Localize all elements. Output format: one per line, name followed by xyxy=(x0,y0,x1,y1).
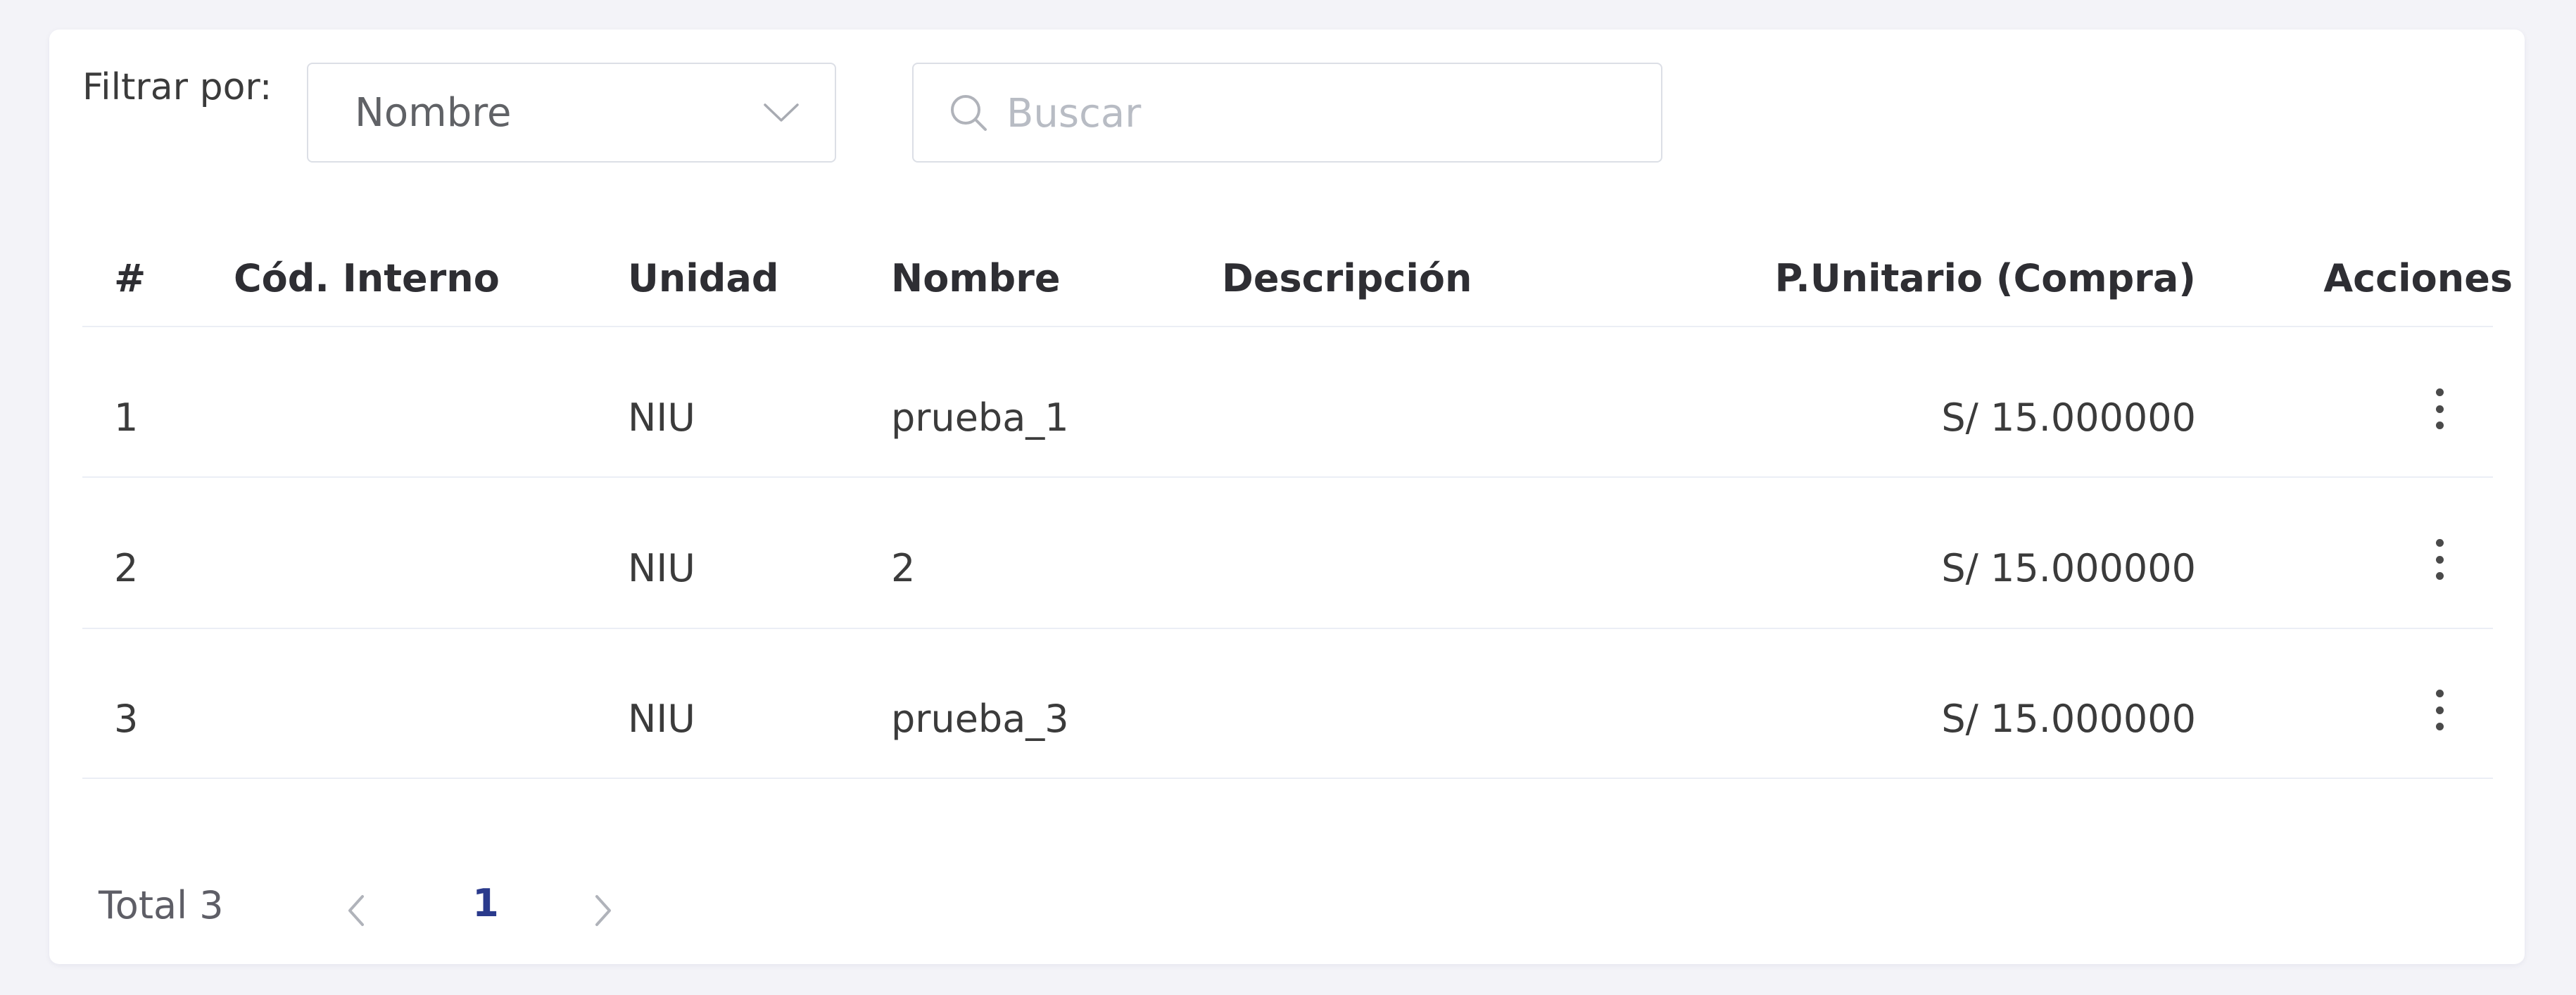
pagination-page[interactable]: 1 xyxy=(472,881,500,925)
chevron-down-icon xyxy=(764,103,799,122)
filter-select[interactable]: Nombre xyxy=(307,63,836,163)
row-index: 2 xyxy=(114,546,139,590)
row-unidad: NIU xyxy=(628,395,695,440)
more-vertical-icon[interactable] xyxy=(2425,685,2454,735)
col-header-nombre: Nombre xyxy=(891,256,1061,300)
row-precio: S/ 15.000000 xyxy=(1941,546,2196,590)
search-input[interactable] xyxy=(1006,78,1626,148)
col-header-precio: P.Unitario (Compra) xyxy=(1774,256,2196,300)
row-divider xyxy=(82,628,2493,629)
col-header-acciones: Acciones xyxy=(2323,256,2513,300)
col-header-unidad: Unidad xyxy=(628,256,779,300)
more-vertical-icon[interactable] xyxy=(2425,384,2454,433)
row-index: 3 xyxy=(114,697,139,741)
pagination-total: Total 3 xyxy=(99,883,224,927)
row-nombre: prueba_1 xyxy=(891,395,1069,440)
products-card: Filtrar por: Nombre # Cód. Interno Unida… xyxy=(49,30,2525,964)
row-nombre: prueba_3 xyxy=(891,697,1069,741)
more-vertical-icon[interactable] xyxy=(2425,535,2454,584)
filter-label: Filtrar por: xyxy=(82,66,272,108)
search-icon xyxy=(951,95,987,131)
filter-select-value: Nombre xyxy=(355,89,512,136)
col-header-codigo: Cód. Interno xyxy=(234,256,500,300)
row-unidad: NIU xyxy=(628,697,695,741)
chevron-right-icon[interactable] xyxy=(590,889,618,932)
row-divider xyxy=(82,476,2493,478)
row-divider xyxy=(82,778,2493,779)
header-divider xyxy=(82,326,2493,327)
col-header-index: # xyxy=(114,256,146,300)
col-header-descripcion: Descripción xyxy=(1222,256,1472,300)
row-unidad: NIU xyxy=(628,546,695,590)
row-index: 1 xyxy=(114,395,139,440)
chevron-left-icon[interactable] xyxy=(341,889,370,932)
row-nombre: 2 xyxy=(891,546,916,590)
row-precio: S/ 15.000000 xyxy=(1941,395,2196,440)
row-precio: S/ 15.000000 xyxy=(1941,697,2196,741)
search-box[interactable] xyxy=(912,63,1662,163)
